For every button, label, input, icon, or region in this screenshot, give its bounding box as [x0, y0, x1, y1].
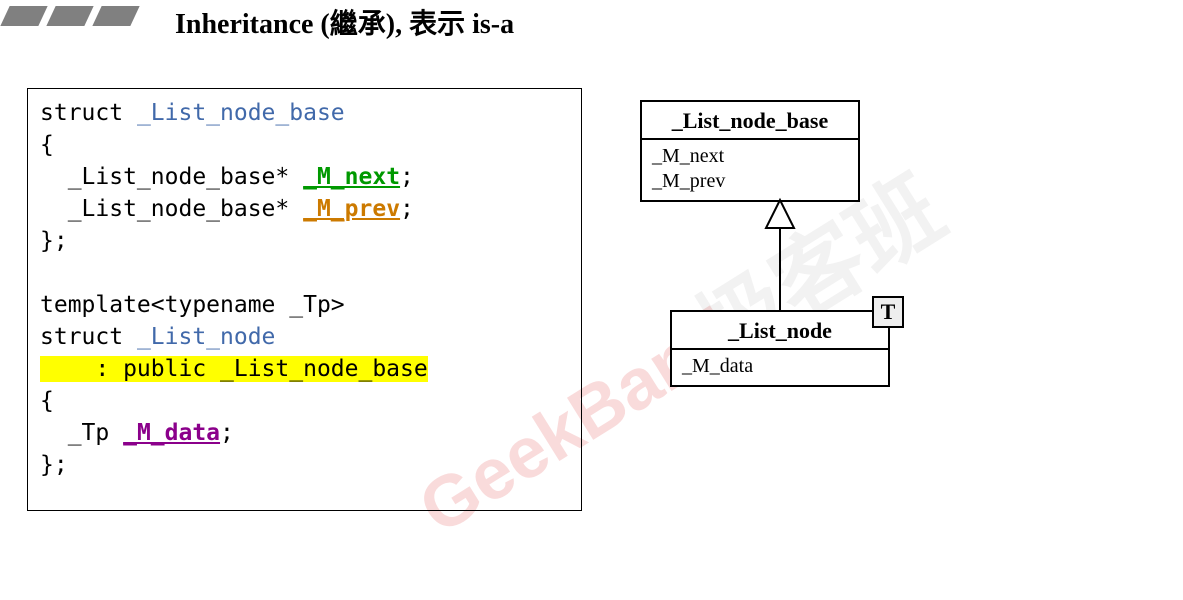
highlighted-line: : public _List_node_base: [40, 356, 428, 382]
code-token: _List_node_base*: [40, 164, 303, 190]
uml-member: _M_prev: [652, 169, 848, 194]
uml-class-derived-body: _M_data: [672, 350, 888, 385]
uml-class-base-body: _M_next _M_prev: [642, 140, 858, 200]
uml-member: _M_data: [682, 354, 878, 379]
code-token: _M_data: [123, 420, 220, 446]
code-token: struct: [40, 100, 137, 126]
code-block: struct _List_node_base { _List_node_base…: [27, 88, 582, 511]
slide-title: Inheritance (繼承), 表示 is-a: [175, 2, 514, 42]
uml-class-base: _List_node_base _M_next _M_prev: [640, 100, 860, 202]
code-token: _List_node: [137, 324, 275, 350]
code-token: _Tp: [40, 420, 123, 446]
uml-class-derived: _List_node _M_data: [670, 310, 890, 387]
code-token: _List_node_base*: [40, 196, 303, 222]
code-token: struct: [40, 324, 137, 350]
uml-member: _M_next: [652, 144, 848, 169]
heading-slash-decor: [5, 6, 143, 34]
code-token: _M_next: [303, 164, 400, 190]
code-token: _List_node_base: [137, 100, 345, 126]
uml-diagram: _List_node_base _M_next _M_prev _List_no…: [640, 100, 900, 430]
slide-heading-row: Inheritance (繼承), 表示 is-a: [0, 6, 1183, 56]
code-token: template<typename _Tp>: [40, 292, 345, 318]
code-token: _M_prev: [303, 196, 400, 222]
uml-template-param: T: [872, 296, 904, 328]
uml-class-base-title: _List_node_base: [642, 102, 858, 140]
uml-class-derived-title: _List_node: [672, 312, 888, 350]
